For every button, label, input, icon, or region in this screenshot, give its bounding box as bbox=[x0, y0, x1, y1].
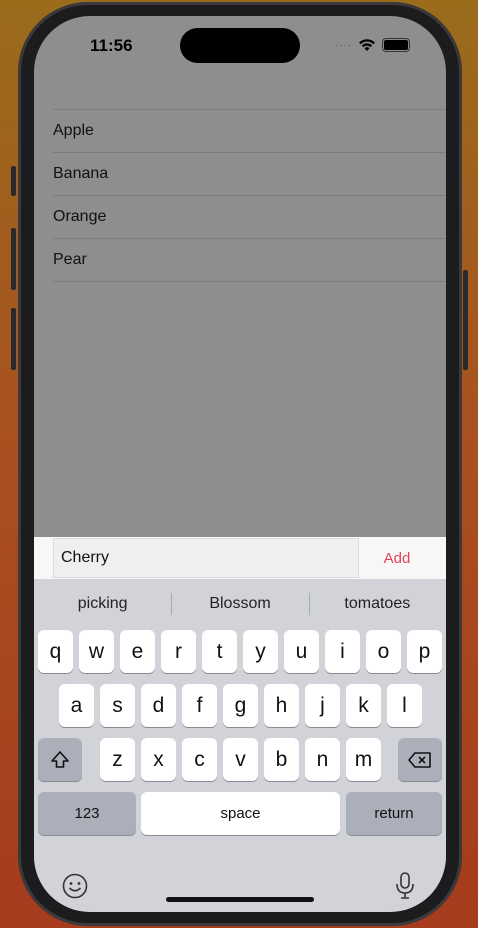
key-d[interactable]: d bbox=[141, 684, 176, 727]
key-p[interactable]: p bbox=[407, 630, 442, 673]
volume-down-button bbox=[11, 308, 16, 370]
mute-switch bbox=[11, 166, 16, 196]
key-g[interactable]: g bbox=[223, 684, 258, 727]
battery-icon bbox=[382, 38, 410, 52]
key-u[interactable]: u bbox=[284, 630, 319, 673]
home-indicator[interactable] bbox=[166, 897, 314, 902]
text-field-value: Cherry bbox=[61, 549, 110, 566]
key-q[interactable]: q bbox=[38, 630, 73, 673]
list-item-label: Banana bbox=[53, 165, 109, 182]
shift-icon bbox=[51, 750, 69, 768]
status-icons: ···· bbox=[335, 38, 410, 52]
key-k[interactable]: k bbox=[346, 684, 381, 727]
key-l[interactable]: l bbox=[387, 684, 422, 727]
status-time: 11:56 bbox=[90, 36, 133, 55]
suggestion-item[interactable]: Blossom bbox=[171, 587, 308, 621]
key-f[interactable]: f bbox=[182, 684, 217, 727]
input-bar: Cherry Add bbox=[34, 537, 446, 579]
suggestion-item[interactable]: picking bbox=[34, 587, 171, 621]
cellular-signal-icon: ···· bbox=[334, 39, 352, 51]
key-a[interactable]: a bbox=[59, 684, 94, 727]
space-key[interactable]: space bbox=[141, 792, 340, 835]
dynamic-island bbox=[180, 28, 300, 63]
key-z[interactable]: z bbox=[100, 738, 135, 781]
list-item[interactable]: Orange bbox=[53, 195, 446, 238]
key-t[interactable]: t bbox=[202, 630, 237, 673]
key-h[interactable]: h bbox=[264, 684, 299, 727]
list-item-label: Pear bbox=[53, 251, 87, 268]
numbers-key[interactable]: 123 bbox=[38, 792, 136, 835]
key-w[interactable]: w bbox=[79, 630, 114, 673]
key-m[interactable]: m bbox=[346, 738, 381, 781]
screen: 11:56 ···· Apple Banana Orange Pear Cher… bbox=[34, 16, 446, 912]
suggestion-bar: picking Blossom tomatoes bbox=[34, 587, 446, 621]
list-item-label: Apple bbox=[53, 122, 94, 139]
backspace-icon bbox=[408, 751, 431, 768]
key-c[interactable]: c bbox=[182, 738, 217, 781]
list-item-label: Orange bbox=[53, 208, 107, 225]
wifi-icon bbox=[359, 38, 375, 51]
key-o[interactable]: o bbox=[366, 630, 401, 673]
key-i[interactable]: i bbox=[325, 630, 360, 673]
shift-key[interactable] bbox=[38, 738, 82, 781]
key-b[interactable]: b bbox=[264, 738, 299, 781]
key-v[interactable]: v bbox=[223, 738, 258, 781]
fruit-list: Apple Banana Orange Pear bbox=[53, 109, 446, 282]
key-s[interactable]: s bbox=[100, 684, 135, 727]
microphone-icon[interactable] bbox=[394, 871, 416, 907]
delete-key[interactable] bbox=[398, 738, 442, 781]
item-text-field[interactable]: Cherry bbox=[53, 538, 359, 578]
list-item[interactable]: Apple bbox=[53, 109, 446, 152]
volume-up-button bbox=[11, 228, 16, 290]
list-item[interactable]: Banana bbox=[53, 152, 446, 195]
add-button[interactable]: Add bbox=[370, 537, 424, 579]
list-item[interactable]: Pear bbox=[53, 238, 446, 282]
key-j[interactable]: j bbox=[305, 684, 340, 727]
return-key[interactable]: return bbox=[346, 792, 442, 835]
emoji-icon[interactable] bbox=[62, 873, 88, 905]
key-n[interactable]: n bbox=[305, 738, 340, 781]
key-y[interactable]: y bbox=[243, 630, 278, 673]
suggestion-item[interactable]: tomatoes bbox=[308, 587, 446, 621]
key-x[interactable]: x bbox=[141, 738, 176, 781]
keyboard: picking Blossom tomatoes q w e r t y u i… bbox=[34, 579, 446, 912]
key-e[interactable]: e bbox=[120, 630, 155, 673]
key-r[interactable]: r bbox=[161, 630, 196, 673]
power-button bbox=[463, 270, 468, 370]
